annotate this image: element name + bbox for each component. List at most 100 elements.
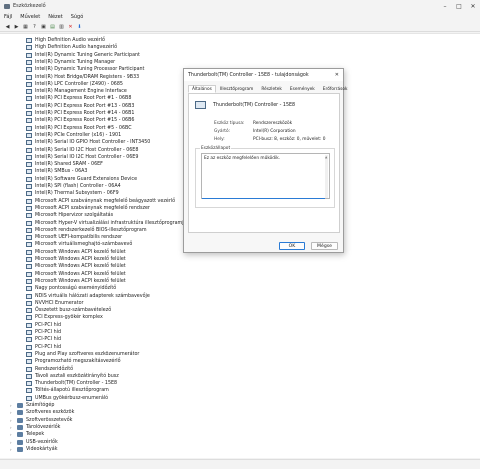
device-row[interactable]: Összetett busz-számbavételező — [26, 307, 111, 314]
device-row[interactable]: Rendszeridőzítő — [26, 366, 73, 373]
device-icon — [26, 154, 32, 160]
category-row[interactable]: › Tárolóvezérlők — [10, 424, 60, 431]
expand-chevron-icon[interactable]: › — [10, 432, 15, 437]
device-row[interactable]: Intel(R) SPI (flash) Controller - 06A4 — [26, 183, 121, 190]
category-icon — [17, 403, 23, 408]
device-row[interactable]: Intel(R) Management Engine Interface — [26, 88, 127, 95]
device-row[interactable]: PCI-PCI híd — [26, 329, 61, 336]
close-button[interactable]: ✕ — [466, 0, 480, 12]
menu-view[interactable]: Nézet — [48, 14, 62, 20]
device-row[interactable]: Intel(R) PCI Express Root Port #1 - 06B8 — [26, 95, 131, 102]
device-icon — [26, 132, 32, 138]
maximize-button[interactable]: □ — [452, 0, 466, 12]
category-row[interactable]: › Telepek — [10, 431, 44, 438]
device-row[interactable]: Plug and Play szoftveres eszközenumeráto… — [26, 351, 139, 358]
device-row[interactable]: Intel(R) PCI Express Root Port #5 - 06BC — [26, 125, 132, 132]
device-row[interactable]: UMBus gyökérbusz-enumeráló — [26, 395, 108, 402]
device-row[interactable]: Microsoft rendszerkezelő BIOS-illesztőpr… — [26, 227, 147, 234]
menu-help[interactable]: Súgó — [71, 14, 84, 20]
device-row[interactable]: Intel(R) Serial IO I2C Host Controller -… — [26, 147, 138, 154]
device-row[interactable]: Intel(R) Dynamic Tuning Manager — [26, 59, 115, 66]
device-row[interactable]: Programozható megszakításvezérlő — [26, 358, 121, 365]
expand-chevron-icon[interactable]: › — [10, 403, 15, 408]
window-title: Eszközkezelő — [13, 3, 46, 9]
device-row[interactable]: PCI-PCI híd — [26, 344, 61, 351]
category-row[interactable]: › USB-vezérlők — [10, 439, 58, 446]
cancel-button[interactable]: Mégse — [311, 242, 338, 250]
device-icon — [26, 395, 32, 401]
tab-general[interactable]: Általános — [188, 85, 216, 93]
device-row[interactable]: PCI Express-gyökér komplex — [26, 314, 103, 321]
device-row[interactable]: Microsoft Windows ACPI kezelő felület — [26, 249, 126, 256]
category-row[interactable]: › Videokártyák — [10, 446, 57, 453]
download-icon[interactable]: ⬇ — [76, 23, 83, 30]
device-row[interactable]: Intel(R) Shared SRAM - 06EF — [26, 161, 103, 168]
properties-icon[interactable]: ▦ — [22, 23, 29, 30]
tab-driver[interactable]: Illesztőprogram — [216, 85, 257, 93]
device-row[interactable]: Intel(R) Thermal Subsystem - 06F9 — [26, 190, 119, 197]
device-row[interactable]: Thunderbolt(TM) Controller - 15E8 — [26, 380, 117, 387]
disable-icon[interactable]: ▥ — [58, 23, 65, 30]
ok-button[interactable]: OK — [279, 242, 305, 250]
category-label: USB-vezérlők — [26, 439, 58, 445]
device-icon — [26, 191, 32, 197]
expand-chevron-icon[interactable]: › — [10, 447, 15, 452]
device-status-textbox[interactable]: Ez az eszköz megfelelően működik. ▲ — [201, 153, 330, 199]
menu-action[interactable]: Művelet — [20, 14, 40, 20]
device-row[interactable]: Töltés-állapotú illesztőprogram — [26, 387, 109, 394]
dialog-close-icon[interactable]: ✕ — [335, 72, 339, 78]
device-row[interactable]: Intel(R) PCI Express Root Port #13 - 06B… — [26, 103, 134, 110]
device-row[interactable]: Intel(R) PCIe Controller (x16) - 1901 — [26, 132, 121, 139]
device-row[interactable]: Microsoft ACPI szabványnak megfelelő beá… — [26, 198, 175, 205]
status-scrollbar[interactable]: ▲ — [325, 155, 328, 198]
device-row[interactable]: Intel(R) PCI Express Root Port #15 - 06B… — [26, 117, 134, 124]
device-row[interactable]: Microsoft Windows ACPI kezelő felület — [26, 263, 126, 270]
update-driver-icon[interactable]: ▤ — [49, 23, 56, 30]
forward-icon[interactable]: ▶ — [13, 23, 20, 30]
expand-chevron-icon[interactable]: › — [10, 410, 15, 415]
device-row[interactable]: Intel(R) SMBus - 06A3 — [26, 168, 87, 175]
device-row[interactable]: Intel(R) LPC Controller (Z490) - 0685 — [26, 81, 123, 88]
menu-file[interactable]: Fájl — [4, 14, 12, 20]
tab-resources[interactable]: Erőforrások — [319, 85, 352, 93]
device-row[interactable]: NVVHCI Enumerator — [26, 300, 83, 307]
device-icon — [26, 162, 32, 168]
device-row[interactable]: NDIS virtuális hálózati adapterek számba… — [26, 293, 150, 300]
device-label: Plug and Play szoftveres eszközenumeráto… — [35, 351, 140, 357]
device-row[interactable]: Távoli asztali eszközátirányító busz — [26, 373, 119, 380]
device-row[interactable]: High Definition Audio hangvezérlő — [26, 44, 117, 51]
scan-icon[interactable]: ▣ — [40, 23, 47, 30]
uninstall-icon[interactable]: ✕ — [67, 23, 74, 30]
expand-chevron-icon[interactable]: › — [10, 425, 15, 430]
category-row[interactable]: › Szoftveres eszközök — [10, 409, 74, 416]
device-row[interactable]: Intel(R) Serial IO GPIO Host Controller … — [26, 139, 150, 146]
device-row[interactable]: PCI-PCI híd — [26, 322, 61, 329]
device-row[interactable]: Intel(R) Dynamic Tuning Generic Particip… — [26, 52, 140, 59]
device-row[interactable]: Intel(R) PCI Express Root Port #14 - 06B… — [26, 110, 134, 117]
device-row[interactable]: Microsoft UEFI-kompatibilis rendszer — [26, 234, 122, 241]
category-row[interactable]: › Számítógép — [10, 402, 54, 409]
device-row[interactable]: Microsoft Windows ACPI kezelő felület — [26, 256, 126, 263]
device-row[interactable]: Intel(R) Host Bridge/DRAM Registers - 9B… — [26, 74, 139, 81]
device-row[interactable]: High Definition Audio vezérlő — [26, 37, 105, 44]
tab-details[interactable]: Részletek — [257, 85, 286, 93]
device-row[interactable]: Intel(R) Software Guard Extensions Devic… — [26, 176, 137, 183]
expand-chevron-icon[interactable]: › — [10, 418, 15, 423]
device-row[interactable]: Microsoft Windows ACPI kezelő felület — [26, 278, 126, 285]
device-row[interactable]: PCI-PCI híd — [26, 336, 61, 343]
device-row[interactable]: Intel(R) Serial IO I2C Host Controller -… — [26, 154, 138, 161]
device-row[interactable]: Microsoft ACPI szabványnak megfelelő ren… — [26, 205, 150, 212]
device-row[interactable]: Microsoft virtuálismeghajtó-számbavevő — [26, 241, 132, 248]
tab-events[interactable]: Események — [286, 85, 319, 93]
category-row[interactable]: › Szoftverösszetevők — [10, 417, 72, 424]
device-row[interactable]: Intel(R) Dynamic Tuning Processor Partic… — [26, 66, 144, 73]
device-row[interactable]: Microsoft Hyper-V virtualizálási infrast… — [26, 220, 187, 227]
expand-chevron-icon[interactable]: › — [10, 440, 15, 445]
back-icon[interactable]: ◀ — [4, 23, 11, 30]
minimize-button[interactable]: – — [438, 0, 452, 12]
device-label: Intel(R) PCI Express Root Port #15 - 06B… — [35, 118, 135, 124]
device-row[interactable]: Nagy pontosságú eseményidőzítő — [26, 285, 116, 292]
help-icon[interactable]: ? — [31, 23, 38, 30]
device-row[interactable]: Microsoft Windows ACPI kezelő felület — [26, 271, 126, 278]
device-row[interactable]: Microsoft Hipervizor szolgáltatás — [26, 212, 113, 219]
